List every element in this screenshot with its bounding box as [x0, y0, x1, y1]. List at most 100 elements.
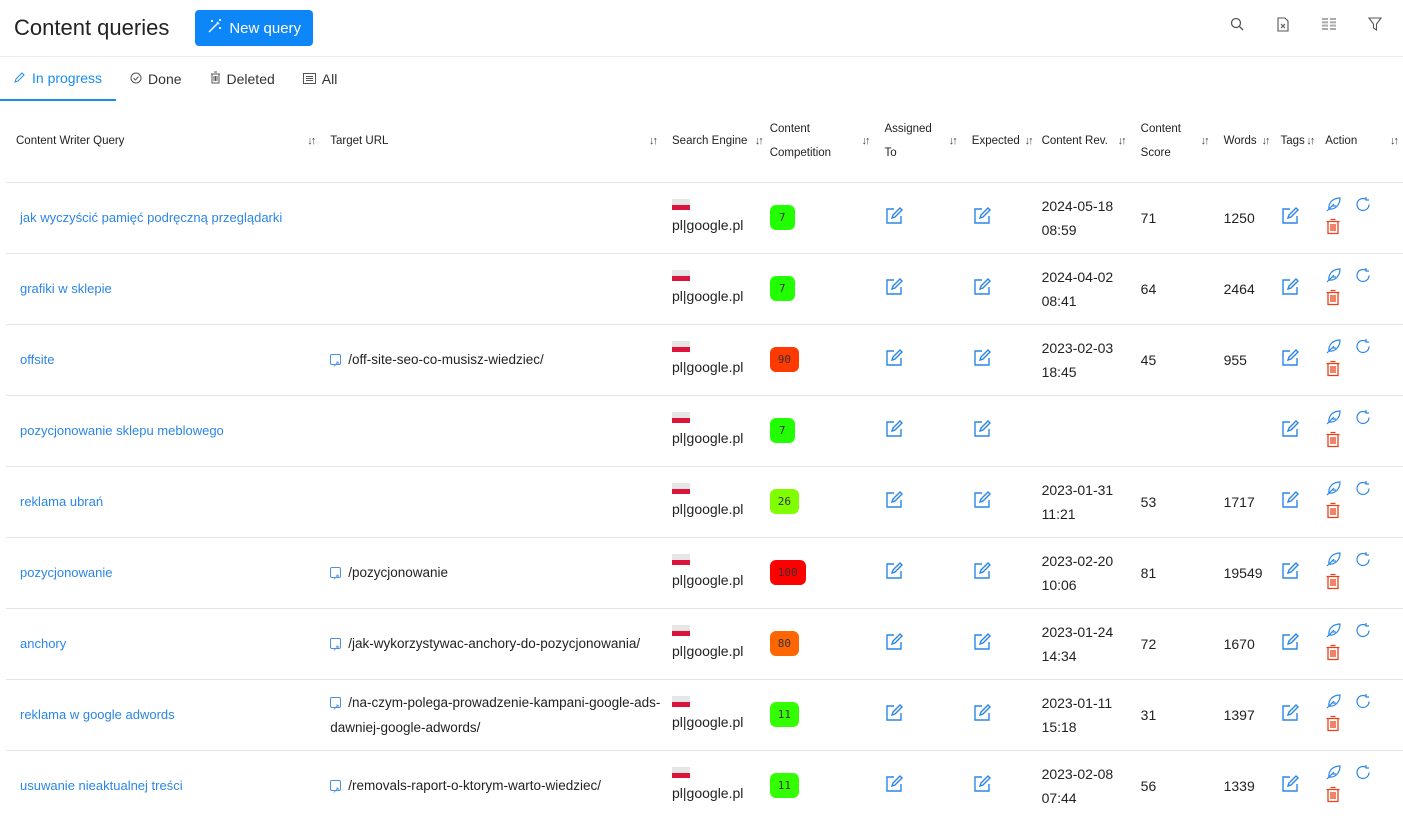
target-url-link[interactable]: /removals-raport-o-ktorym-warto-wiedziec… — [330, 778, 601, 803]
query-link[interactable]: anchory — [6, 608, 321, 680]
delete-icon[interactable] — [1325, 573, 1355, 595]
edit-tags-icon[interactable] — [1280, 703, 1300, 723]
filter-icon[interactable] — [1365, 14, 1385, 34]
edit-assigned-icon[interactable] — [884, 632, 904, 652]
col-competition[interactable]: Content Competition ↓↑ — [759, 101, 875, 183]
search-engine-cell: pl|google.pl — [662, 537, 760, 609]
target-url-text: /pozycjonowanie — [348, 565, 449, 580]
delete-icon[interactable] — [1325, 715, 1355, 737]
query-link[interactable]: reklama ubrań — [6, 466, 321, 538]
delete-icon[interactable] — [1325, 786, 1355, 808]
edit-assigned-icon[interactable] — [884, 419, 904, 439]
query-link[interactable]: usuwanie nieaktualnej treści — [6, 750, 320, 821]
sort-icon[interactable]: ↓↑ — [1025, 129, 1034, 153]
target-url-link[interactable]: /na-czym-polega-prowadzenie-kampani-goog… — [330, 695, 660, 735]
edit-assigned-icon[interactable] — [884, 561, 904, 581]
sort-icon[interactable]: ↓↑ — [307, 129, 316, 153]
refresh-icon[interactable] — [1355, 409, 1385, 431]
col-action[interactable]: Action ↓↑ — [1315, 101, 1403, 183]
edit-assigned-icon[interactable] — [884, 348, 904, 368]
search-icon[interactable] — [1227, 14, 1247, 34]
sort-icon[interactable]: ↓↑ — [1306, 129, 1315, 153]
query-link[interactable]: pozycjonowanie — [6, 537, 321, 609]
col-content-score[interactable]: Content Score ↓↑ — [1130, 101, 1214, 183]
feather-write-icon[interactable] — [1325, 693, 1355, 715]
col-words[interactable]: Words ↓↑ — [1213, 101, 1271, 183]
feather-write-icon[interactable] — [1325, 267, 1355, 289]
edit-expected-icon[interactable] — [972, 490, 992, 510]
delete-icon[interactable] — [1325, 502, 1355, 524]
delete-icon[interactable] — [1325, 289, 1355, 311]
delete-icon[interactable] — [1325, 431, 1355, 453]
edit-expected-icon[interactable] — [972, 774, 992, 794]
col-content-rev[interactable]: Content Rev. ↓↑ — [1031, 101, 1131, 183]
query-link[interactable]: jak wyczyścić pamięć podręczną przegląda… — [6, 182, 321, 254]
edit-tags-icon[interactable] — [1280, 206, 1300, 226]
feather-write-icon[interactable] — [1325, 622, 1355, 644]
edit-tags-icon[interactable] — [1280, 277, 1300, 297]
edit-assigned-icon[interactable] — [884, 490, 904, 510]
col-tags[interactable]: Tags ↓↑ — [1270, 101, 1316, 183]
col-query[interactable]: Content Writer Query ↓↑ — [6, 101, 321, 183]
tab-all[interactable]: All — [289, 57, 352, 101]
excel-export-icon[interactable] — [1273, 14, 1293, 34]
refresh-icon[interactable] — [1355, 622, 1385, 644]
sort-icon[interactable]: ↓↑ — [949, 129, 958, 153]
edit-tags-icon[interactable] — [1280, 632, 1300, 652]
tab-deleted[interactable]: Deleted — [196, 57, 289, 101]
sort-icon[interactable]: ↓↑ — [1118, 129, 1127, 153]
refresh-icon[interactable] — [1355, 693, 1385, 715]
refresh-icon[interactable] — [1355, 480, 1385, 502]
edit-expected-icon[interactable] — [972, 703, 992, 723]
feather-write-icon[interactable] — [1325, 196, 1355, 218]
refresh-icon[interactable] — [1355, 196, 1385, 218]
target-url-link[interactable]: /jak-wykorzystywac-anchory-do-pozycjonow… — [330, 636, 640, 661]
edit-expected-icon[interactable] — [972, 348, 992, 368]
col-search-engine[interactable]: Search Engine ↓↑ — [662, 101, 764, 183]
query-link[interactable]: offsite — [6, 324, 321, 396]
col-expected[interactable]: Expected ↓↑ — [961, 101, 1034, 183]
target-url-link[interactable]: /off-site-seo-co-musisz-wiedziec/ — [330, 352, 544, 377]
query-link[interactable]: reklama w google adwords — [6, 679, 321, 751]
delete-icon[interactable] — [1325, 218, 1355, 240]
edit-assigned-icon[interactable] — [884, 206, 904, 226]
sort-icon[interactable]: ↓↑ — [1261, 129, 1270, 153]
new-query-button[interactable]: New query — [195, 10, 314, 46]
edit-expected-icon[interactable] — [972, 419, 992, 439]
edit-tags-icon[interactable] — [1280, 419, 1300, 439]
edit-expected-icon[interactable] — [972, 632, 992, 652]
sort-icon[interactable]: ↓↑ — [861, 129, 870, 153]
sort-icon[interactable]: ↓↑ — [1390, 129, 1399, 153]
feather-write-icon[interactable] — [1325, 551, 1355, 573]
edit-expected-icon[interactable] — [972, 206, 992, 226]
edit-assigned-icon[interactable] — [884, 277, 904, 297]
edit-tags-icon[interactable] — [1280, 490, 1300, 510]
feather-write-icon[interactable] — [1325, 480, 1355, 502]
edit-tags-icon[interactable] — [1280, 348, 1300, 368]
columns-icon[interactable] — [1319, 14, 1339, 34]
edit-tags-icon[interactable] — [1280, 561, 1300, 581]
refresh-icon[interactable] — [1355, 267, 1385, 289]
edit-tags-icon[interactable] — [1280, 774, 1300, 794]
edit-expected-icon[interactable] — [972, 277, 992, 297]
delete-icon[interactable] — [1325, 644, 1355, 666]
edit-expected-icon[interactable] — [972, 561, 992, 581]
col-assigned-to[interactable]: Assigned To ↓↑ — [874, 101, 962, 183]
sort-icon[interactable]: ↓↑ — [649, 129, 658, 153]
refresh-icon[interactable] — [1355, 764, 1385, 786]
sort-icon[interactable]: ↓↑ — [1201, 129, 1210, 153]
col-target-url[interactable]: Target URL ↓↑ — [320, 101, 663, 183]
query-link[interactable]: grafiki w sklepie — [6, 253, 321, 325]
refresh-icon[interactable] — [1355, 338, 1385, 360]
feather-write-icon[interactable] — [1325, 409, 1355, 431]
feather-write-icon[interactable] — [1325, 338, 1355, 360]
query-link[interactable]: pozycjonowanie sklepu meblowego — [6, 395, 321, 467]
feather-write-icon[interactable] — [1325, 764, 1355, 786]
tab-done[interactable]: Done — [116, 57, 195, 101]
edit-assigned-icon[interactable] — [884, 703, 904, 723]
edit-assigned-icon[interactable] — [884, 774, 904, 794]
target-url-link[interactable]: /pozycjonowanie — [330, 565, 449, 590]
refresh-icon[interactable] — [1355, 551, 1385, 573]
delete-icon[interactable] — [1325, 360, 1355, 382]
tab-in-progress[interactable]: In progress — [0, 57, 117, 101]
